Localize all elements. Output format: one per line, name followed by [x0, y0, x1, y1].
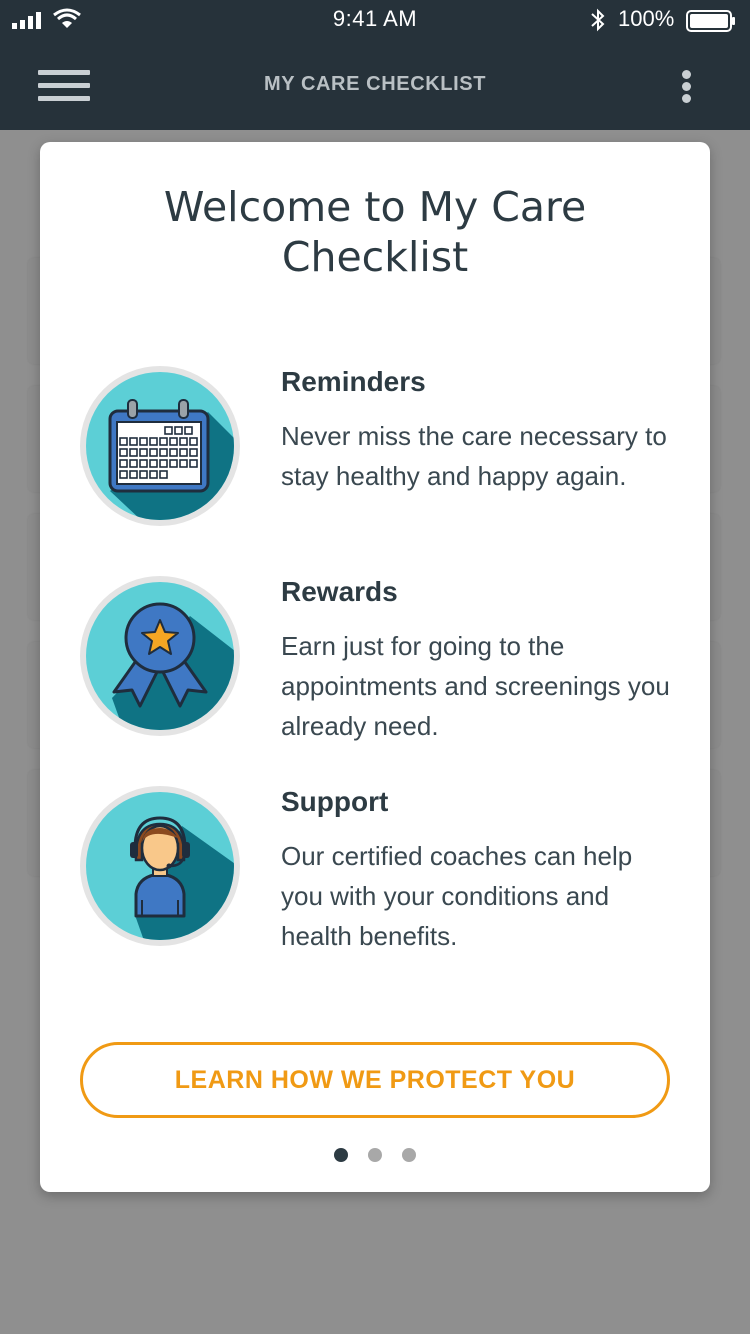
modal-title: Welcome to My Care Checklist [163, 183, 587, 281]
feature-description: Our certified coaches can help you with … [281, 841, 633, 951]
more-vertical-icon[interactable] [676, 70, 696, 104]
pagination-dots [40, 1148, 710, 1162]
pagination-dot-2[interactable] [368, 1148, 382, 1162]
bluetooth-icon [591, 8, 605, 32]
welcome-modal: Welcome to My Care Checklist Reminders N… [40, 142, 710, 1192]
feature-title: Support [281, 786, 389, 817]
award-ribbon-icon [80, 576, 240, 736]
pagination-dot-1[interactable] [333, 1148, 348, 1162]
status-bar: 9:41 AM 100% [0, 0, 750, 40]
feature-rewards: Rewards Earn just for going to the appoi… [80, 576, 680, 756]
feature-description: Earn just for going to the appointments … [281, 631, 670, 741]
pagination-dot-3[interactable] [402, 1148, 417, 1162]
battery-percent: 100% [618, 6, 675, 31]
page-title: MY CARE CHECKLIST [263, 73, 487, 95]
app-header: MY CARE CHECKLIST [0, 40, 750, 130]
feature-reminders: Reminders Never miss the care necessary … [80, 366, 680, 546]
feature-support: Support Our certified coaches can help y… [80, 786, 680, 966]
feature-title: Reminders [281, 366, 426, 397]
calendar-icon [80, 366, 240, 526]
battery-icon [686, 10, 735, 32]
learn-how-we-protect-you-button[interactable]: LEARN HOW WE PROTECT YOU [80, 1042, 670, 1118]
feature-title: Rewards [281, 576, 398, 607]
feature-description: Never miss the care necessary to stay he… [281, 421, 667, 491]
support-agent-icon [80, 786, 240, 946]
